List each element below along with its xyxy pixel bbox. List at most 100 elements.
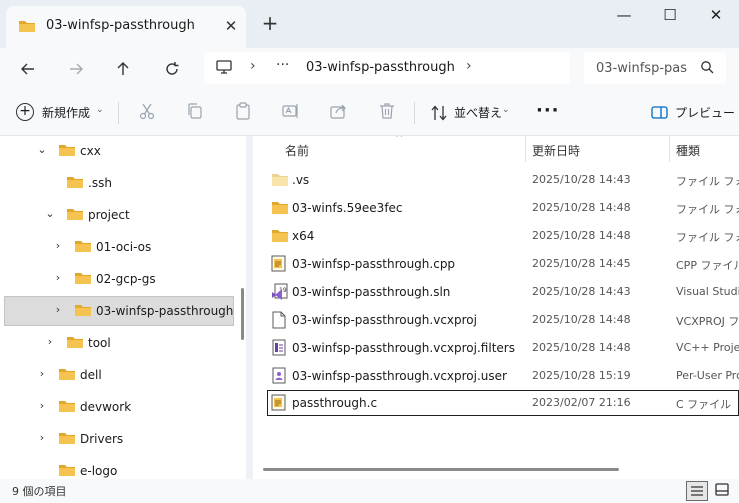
file-row[interactable]: passthrough.c 2023/02/07 21:16 C ファイル [267, 390, 739, 416]
minimize-button[interactable]: — [601, 0, 647, 32]
file-date: 2025/10/28 14:48 [532, 229, 631, 242]
refresh-button[interactable] [157, 54, 187, 84]
rename-button[interactable] [282, 102, 304, 124]
copy-icon [188, 103, 202, 119]
folder-icon [58, 143, 76, 160]
tree-item-tool[interactable]: › tool [4, 328, 234, 358]
forward-button[interactable] [61, 54, 91, 84]
file-row[interactable]: 03-winfs.59ee3fec 2025/10/28 14:48 ファイル … [267, 195, 739, 221]
tree-item-03-winfsp-passthrough[interactable]: › 03-winfsp-passthrough [4, 296, 234, 326]
file-row[interactable]: 03-winfsp-passthrough.vcxproj 2025/10/28… [267, 307, 739, 333]
folder-icon [74, 239, 92, 256]
address-bar[interactable]: › ··· 03-winfsp-passthrough › [204, 52, 570, 84]
tree-item-devwork[interactable]: › devwork [4, 392, 234, 422]
column-header-name[interactable]: ^ 名前 [253, 136, 525, 162]
file-row[interactable]: .vs 2025/10/28 14:43 ファイル フォルダー [267, 167, 739, 193]
file-type: VC++ Project [676, 341, 739, 354]
back-button[interactable] [13, 54, 43, 84]
file-name: 03-winfs.59ee3fec [292, 201, 403, 215]
breadcrumb-current[interactable]: 03-winfsp-passthrough [306, 60, 455, 75]
tab-close-icon[interactable]: ✕ [220, 15, 242, 37]
visual-studio-solution-icon: 19 [271, 283, 289, 304]
tree-item-cxx[interactable]: ⌄ cxx [4, 136, 234, 166]
file-date: 2023/02/07 21:16 [532, 396, 631, 409]
chevron-right-icon[interactable]: › [52, 240, 64, 252]
tree-item-label: .ssh [88, 176, 112, 190]
file-date: 2025/10/28 14:48 [532, 341, 631, 354]
tab-current[interactable]: 03-winfsp-passthrough ✕ [6, 6, 246, 48]
chevron-right-icon[interactable]: › [36, 368, 48, 380]
file-type: ファイル フォルダー [676, 175, 739, 188]
chevron-right-icon[interactable]: › [36, 432, 48, 444]
tree-item-dell[interactable]: › dell [4, 360, 234, 390]
tree-item-e-logo[interactable]: e-logo [4, 456, 234, 479]
file-row[interactable]: 19 03-winfsp-passthrough.sln 2025/10/28 … [267, 279, 739, 305]
preview-label: プレビュー [675, 106, 736, 120]
item-count: 9 個の項目 [12, 485, 67, 498]
tree-item-01-oci-os[interactable]: › 01-oci-os [4, 232, 234, 262]
file-row[interactable]: 03-winfsp-passthrough.cpp 2025/10/28 14:… [267, 251, 739, 277]
tree-item-ssh[interactable]: .ssh [4, 168, 234, 198]
maximize-button[interactable]: ☐ [647, 0, 693, 32]
file-date: 2025/10/28 14:43 [532, 173, 631, 186]
chevron-right-icon[interactable]: › [52, 272, 64, 284]
paste-button[interactable] [234, 102, 256, 124]
file-name: x64 [292, 229, 315, 243]
tree-item-02-gcp-gs[interactable]: › 02-gcp-gs [4, 264, 234, 294]
file-date: 2025/10/28 14:45 [532, 257, 631, 270]
refresh-icon [166, 62, 179, 75]
chevron-right-icon[interactable]: › [466, 58, 472, 74]
tree-item-project[interactable]: ⌄ project [4, 200, 234, 230]
chevron-right-icon[interactable]: › [52, 304, 64, 316]
tree-item-label: cxx [80, 144, 101, 158]
divider [118, 102, 119, 124]
add-tab-button[interactable]: + [258, 12, 282, 36]
close-window-button[interactable]: ✕ [693, 0, 739, 32]
search-input[interactable] [584, 52, 696, 84]
computer-icon [216, 60, 232, 78]
column-header-label: 更新日時 [532, 144, 581, 158]
blank-file-icon [271, 311, 287, 332]
arrow-right-icon [70, 63, 83, 75]
divider [414, 102, 415, 124]
chevron-down-icon[interactable]: ⌄ [36, 144, 48, 156]
clipboard-icon [236, 102, 250, 120]
file-type: ファイル フォルダー [676, 231, 739, 244]
column-header-type[interactable]: 種類 [670, 136, 739, 162]
chevron-down-icon: ⌄ [502, 105, 510, 115]
file-row[interactable]: x64 2025/10/28 14:48 ファイル フォルダー [267, 223, 739, 249]
column-header-date[interactable]: 更新日時 [526, 136, 669, 162]
file-row[interactable]: 03-winfsp-passthrough.vcxproj.filters 20… [267, 335, 739, 361]
chevron-right-icon[interactable]: › [36, 400, 48, 412]
delete-button[interactable] [378, 102, 400, 124]
search-icon[interactable] [700, 60, 714, 77]
file-name: 03-winfsp-passthrough.vcxproj.filters [292, 341, 515, 355]
copy-button[interactable] [186, 102, 208, 124]
file-type: ファイル フォルダー [676, 203, 739, 216]
nav-scrollbar[interactable] [241, 288, 244, 340]
tree-item-label: Drivers [80, 432, 124, 446]
file-name: passthrough.c [292, 396, 378, 410]
file-name: 03-winfsp-passthrough.cpp [292, 257, 456, 271]
file-list: ^ 名前 更新日時 種類 .vs 2025/10/28 14:43 ファイル フ… [253, 136, 739, 479]
file-row[interactable]: 03-winfsp-passthrough.vcxproj.user 2025/… [267, 363, 739, 389]
tiles-view-icon [715, 483, 729, 496]
search-box[interactable] [584, 52, 726, 84]
chevron-down-icon[interactable]: ⌄ [44, 208, 56, 220]
file-date: 2025/10/28 14:48 [532, 313, 631, 326]
filters-file-icon [271, 339, 287, 360]
folder-icon [74, 303, 92, 320]
tree-item-drivers[interactable]: › Drivers [4, 424, 234, 454]
details-view-button[interactable] [686, 481, 708, 501]
chevron-right-icon[interactable]: › [44, 336, 56, 348]
title-bar: 03-winfsp-passthrough ✕ + — ☐ ✕ [0, 0, 739, 48]
more-options-button[interactable]: ··· [536, 100, 560, 121]
horizontal-scrollbar[interactable] [263, 468, 619, 471]
large-icons-view-button[interactable] [712, 481, 734, 501]
share-button[interactable] [330, 102, 352, 124]
breadcrumb-overflow[interactable]: ··· [276, 57, 289, 73]
c-file-icon [271, 394, 287, 415]
cut-button[interactable] [138, 102, 160, 124]
up-button[interactable] [108, 54, 138, 84]
tree-item-label: e-logo [80, 464, 118, 478]
